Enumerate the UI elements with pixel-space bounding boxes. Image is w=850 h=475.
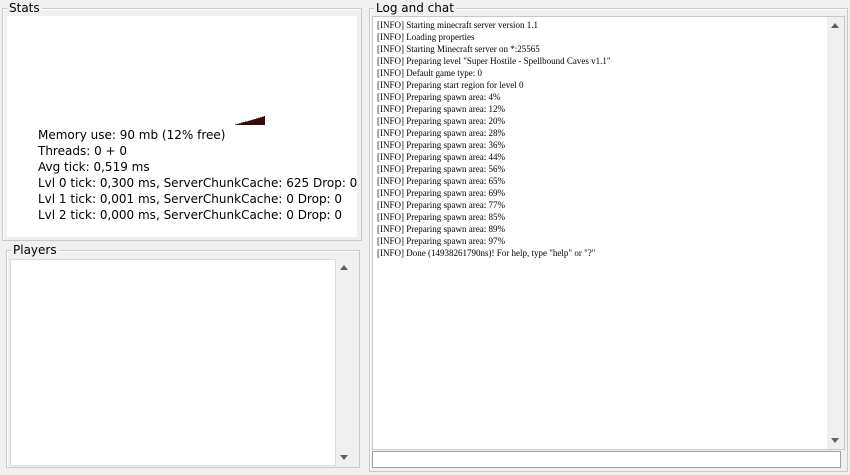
- memory-graph-bar: [259, 117, 260, 125]
- log-line: [INFO] Preparing spawn area: 56%: [377, 164, 505, 174]
- chat-input[interactable]: [372, 451, 841, 468]
- memory-graph-bar: [258, 117, 259, 125]
- log-line: [INFO] Preparing spawn area: 44%: [377, 152, 505, 162]
- log-line: [INFO] Preparing spawn area: 69%: [377, 188, 505, 198]
- stat-threads: Threads: 0 + 0: [38, 144, 128, 158]
- players-list[interactable]: [10, 259, 336, 466]
- log-line: [INFO] Preparing spawn area: 28%: [377, 128, 505, 138]
- memory-graph-bar: [237, 123, 238, 125]
- log-line: [INFO] Preparing spawn area: 36%: [377, 140, 505, 150]
- players-title: Players: [11, 243, 59, 257]
- memory-graph-bar: [240, 123, 241, 125]
- players-panel: Players: [6, 243, 360, 468]
- memory-graph-bar: [242, 122, 243, 125]
- memory-graph-bar: [236, 124, 237, 125]
- memory-graph-bar: [252, 119, 253, 125]
- stat-avg-tick: Avg tick: 0,519 ms: [38, 160, 150, 174]
- scroll-up-icon[interactable]: [831, 23, 839, 28]
- log-line: [INFO] Preparing start region for level …: [377, 80, 524, 90]
- memory-graph-bar: [243, 122, 244, 125]
- log-line: [INFO] Preparing spawn area: 20%: [377, 116, 505, 126]
- log-line: [INFO] Default game type: 0: [377, 68, 482, 78]
- memory-graph-bar: [254, 119, 255, 125]
- memory-graph-bar: [246, 121, 247, 125]
- memory-graph-bar: [235, 124, 236, 125]
- stat-lvl2: Lvl 2 tick: 0,000 ms, ServerChunkCache: …: [38, 208, 343, 222]
- memory-graph-bar: [263, 116, 264, 125]
- scroll-up-icon[interactable]: [340, 265, 348, 270]
- stat-lvl1: Lvl 1 tick: 0,001 ms, ServerChunkCache: …: [38, 192, 343, 206]
- memory-graph-bar: [249, 120, 250, 125]
- log-line: [INFO] Preparing level "Super Hostile - …: [377, 56, 611, 66]
- log-line: [INFO] Preparing spawn area: 85%: [377, 212, 505, 222]
- players-scrollbar[interactable]: [336, 259, 353, 466]
- stat-memory: Memory use: 90 mb (12% free): [38, 128, 226, 142]
- log-scrollbar[interactable]: [827, 17, 844, 449]
- log-line: [INFO] Preparing spawn area: 4%: [377, 92, 501, 102]
- memory-graph-bar: [253, 119, 254, 125]
- log-line: [INFO] Done (14938261790ns)! For help, t…: [377, 248, 596, 258]
- stats-title: Stats: [7, 1, 42, 15]
- memory-graph-bar: [261, 117, 262, 125]
- log-line: [INFO] Preparing spawn area: 12%: [377, 104, 505, 114]
- memory-graph-bar: [260, 117, 261, 125]
- memory-graph-bar: [241, 122, 242, 125]
- stats-panel: Stats Memory use: 90 mb (12% free) Threa…: [2, 1, 362, 241]
- memory-graph-bar: [257, 118, 258, 125]
- memory-graph-bar: [244, 122, 245, 125]
- memory-graph-bar: [248, 120, 249, 125]
- log-line: [INFO] Starting minecraft server version…: [377, 20, 538, 30]
- log-line: [INFO] Preparing spawn area: 89%: [377, 224, 505, 234]
- memory-graph-bar: [262, 116, 263, 125]
- log-line: [INFO] Preparing spawn area: 77%: [377, 200, 505, 210]
- memory-graph-bar: [264, 116, 265, 125]
- memory-graph-bar: [256, 118, 257, 125]
- memory-graph-bar: [247, 121, 248, 125]
- memory-graph: [235, 116, 265, 125]
- memory-graph-bar: [251, 120, 252, 125]
- log-lines: [INFO] Starting minecraft server version…: [377, 19, 823, 259]
- log-textarea[interactable]: [INFO] Starting minecraft server version…: [372, 16, 845, 450]
- stat-lvl0: Lvl 0 tick: 0,300 ms, ServerChunkCache: …: [38, 176, 358, 190]
- memory-graph-bar: [245, 121, 246, 125]
- scroll-down-icon[interactable]: [340, 455, 348, 460]
- memory-graph-bar: [255, 119, 256, 125]
- log-line: [INFO] Preparing spawn area: 97%: [377, 236, 505, 246]
- memory-graph-bar: [238, 123, 239, 125]
- log-line: [INFO] Loading properties: [377, 32, 475, 42]
- log-title: Log and chat: [374, 1, 456, 15]
- log-panel: Log and chat [INFO] Starting minecraft s…: [369, 1, 848, 472]
- log-line: [INFO] Starting Minecraft server on *:25…: [377, 44, 540, 54]
- stats-area: Memory use: 90 mb (12% free) Threads: 0 …: [7, 16, 357, 237]
- scroll-down-icon[interactable]: [831, 438, 839, 443]
- log-line: [INFO] Preparing spawn area: 65%: [377, 176, 505, 186]
- memory-graph-bar: [239, 123, 240, 125]
- memory-graph-bar: [250, 120, 251, 125]
